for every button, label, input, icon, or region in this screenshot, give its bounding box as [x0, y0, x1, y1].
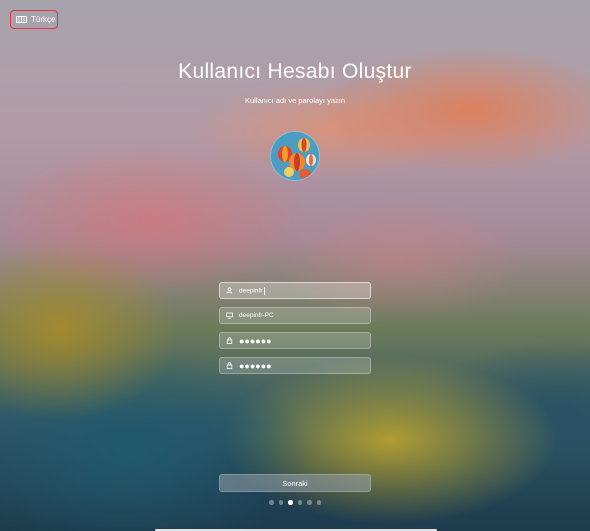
hostname-field[interactable]: deepinfr-PC: [219, 307, 371, 324]
password-repeat-field[interactable]: ●●●●●●: [219, 357, 371, 374]
password-value: ●●●●●●: [239, 335, 272, 346]
language-button[interactable]: Türkçe: [10, 10, 58, 29]
lock-icon: [226, 362, 233, 369]
step-indicator: [0, 500, 590, 505]
page-subtitle: Kullanıcı adı ve parolayı yazın: [244, 96, 346, 105]
monitor-icon: [226, 312, 233, 319]
keyboard-icon: [16, 16, 27, 23]
step-dot: [278, 500, 283, 505]
username-field[interactable]: deepinfr: [219, 282, 371, 299]
step-dot: [297, 500, 302, 505]
username-value: deepinfr: [239, 287, 263, 295]
page-title: Kullanıcı Hesabı Oluştur: [178, 60, 412, 83]
hot-air-balloons-avatar-icon: [271, 132, 319, 180]
lock-icon: [226, 337, 233, 344]
password-field[interactable]: ●●●●●●: [219, 332, 371, 349]
step-dot: [307, 500, 312, 505]
next-button[interactable]: Sonraki: [219, 474, 371, 492]
password-repeat-value: ●●●●●●: [239, 360, 272, 371]
user-icon: [226, 287, 233, 294]
step-dot: [269, 500, 274, 505]
step-dot: [316, 500, 321, 505]
language-label: Türkçe: [31, 15, 56, 24]
step-dot-active: [288, 500, 293, 505]
hostname-value: deepinfr-PC: [239, 312, 274, 319]
avatar[interactable]: [270, 131, 320, 181]
